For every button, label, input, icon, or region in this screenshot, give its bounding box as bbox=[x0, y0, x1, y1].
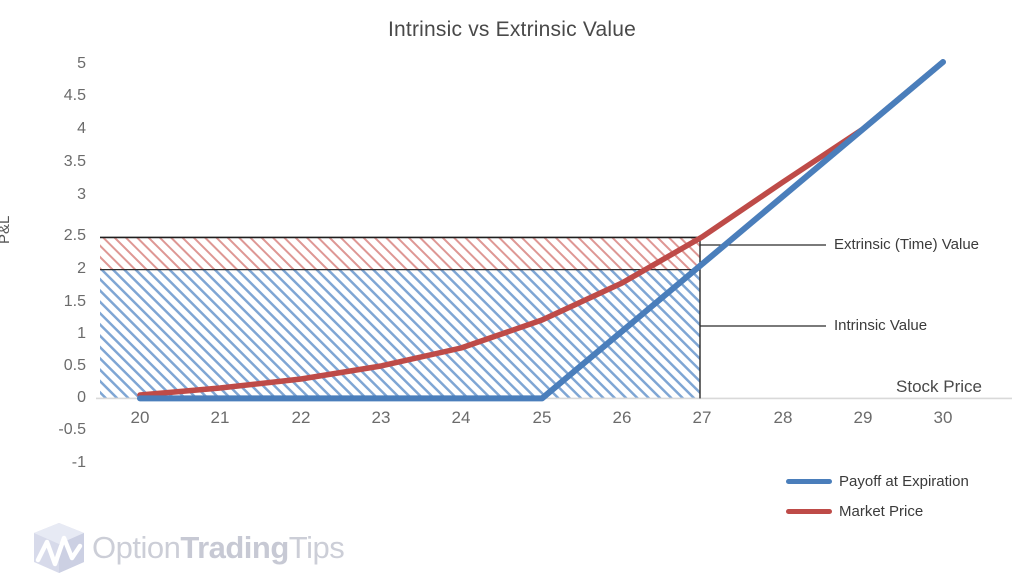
extrinsic-value-region bbox=[100, 237, 700, 270]
legend-item-market-price[interactable]: Market Price bbox=[786, 496, 1016, 526]
annotation-extrinsic-value: Extrinsic (Time) Value bbox=[834, 236, 980, 253]
legend-swatch-icon bbox=[786, 508, 832, 514]
chart-canvas: Intrinsic vs Extrinsic Value P&L 5 4.5 4… bbox=[0, 0, 1024, 587]
cube-wave-logo-icon bbox=[34, 523, 84, 573]
watermark-text-part-1: Option bbox=[92, 530, 181, 565]
annotation-intrinsic-value: Intrinsic Value bbox=[834, 317, 928, 334]
watermark-text-part-2: Trading bbox=[180, 530, 289, 565]
legend-item-payoff-at-expiration[interactable]: Payoff at Expiration bbox=[786, 466, 1016, 496]
legend-label: Market Price bbox=[839, 502, 924, 520]
watermark-logo: OptionTradingTips bbox=[30, 520, 345, 576]
legend-swatch-icon bbox=[786, 478, 832, 484]
watermark-text-part-3: Tips bbox=[288, 530, 345, 565]
legend-label: Payoff at Expiration bbox=[839, 472, 969, 490]
watermark-text: OptionTradingTips bbox=[92, 530, 345, 566]
chart-legend: Payoff at Expiration Market Price bbox=[786, 466, 1016, 526]
